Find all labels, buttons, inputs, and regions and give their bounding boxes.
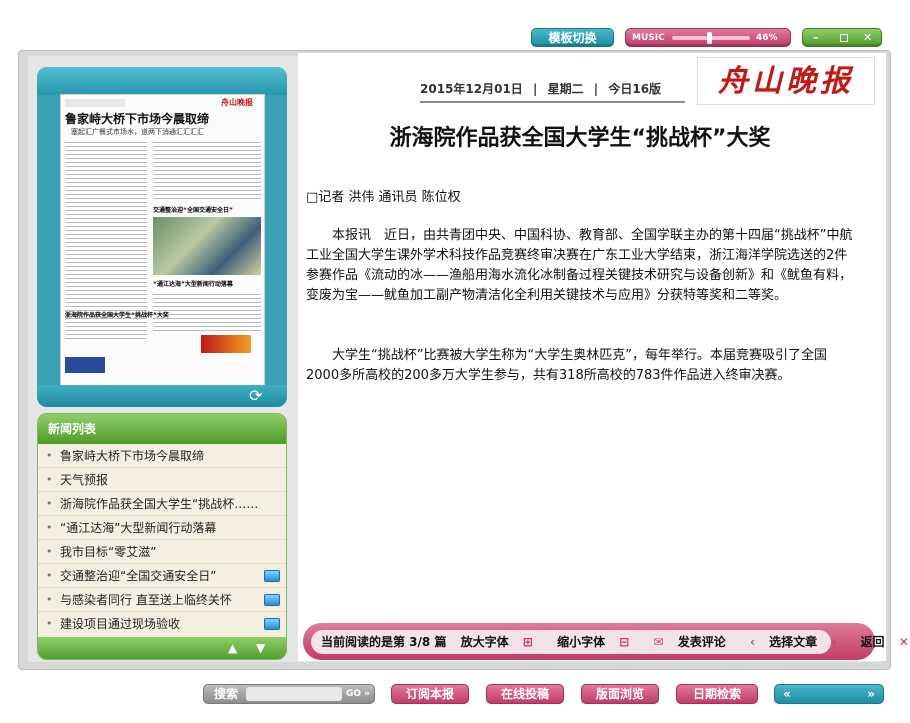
issue-weekday: 星期二 [547,82,584,96]
news-item-label: 建设项目通过现场验收 [60,617,181,631]
date-strip: 2015年12月01日 | 星期二 | 今日16版 [420,77,661,101]
news-item[interactable]: 交通整治迎“全国交通安全日” [38,564,286,588]
minus-box-icon: ⊟ [619,635,630,649]
volume-value: 46% [756,33,778,43]
news-list-title: 新闻列表 [38,414,286,444]
next-page-button[interactable]: » [867,685,875,703]
image-icon [264,594,280,606]
issue-date: 2015年12月01日 [420,82,523,96]
minimize-icon[interactable]: – [813,29,819,47]
article-paragraph: 大学生“挑战杯”比赛被大学生称为“大学生奥林匹克”，每年举行。本届竞赛吸引了全国… [306,348,827,383]
reading-toolbar-inner: 当前阅读的是第 3/8 篇 放大字体 ⊞ 缩小字体 ⊟ ✉ 发表评论 ‹ 选择文… [311,630,909,654]
back-button[interactable]: 返回 ✕ [860,635,910,649]
news-item[interactable]: 鲁家峙大桥下市场今晨取缔 [38,444,286,468]
article-title: 浙海院作品获全国大学生“挑战杯”大奖 [389,126,771,151]
thumb-block3: 浙海院作品获全国大学生“挑战杯”大奖 [65,312,169,319]
thumb-subheadline: 塞起汇广餐式市场水，道两下消通汇汇汇汇 [71,128,204,136]
scroll-down-icon[interactable]: ▼ [256,641,265,655]
separator: | [533,82,538,96]
subscribe-button[interactable]: 订阅本报 [391,684,469,704]
image-icon [264,618,280,630]
date-search-button[interactable]: 日期检索 [676,684,758,704]
close-x-icon: ✕ [898,635,909,649]
choose-article-button[interactable]: ‹ 选择文章 › [750,635,846,649]
search-label: 搜索 [214,687,239,701]
separator: | [593,82,599,96]
browse-pages-button[interactable]: 版面浏览 [581,684,659,704]
thumb-text-left [65,139,147,339]
news-item[interactable]: 天气预报 [38,468,286,492]
news-item[interactable]: 浙海院作品获全国大学生“挑战杯…… [38,492,286,516]
thumb-headline: 鲁家峙大桥下市场今晨取缔 [65,112,210,126]
article-paragraph: 本报讯 近日，由共青团中央、中国科协、教育部、全国学联主办的第十四届“挑战杯”中… [306,228,853,303]
prev-page-button[interactable]: « [783,685,791,703]
thumb-block2: “通江达海”大型新闻行动落幕 [153,281,233,288]
scroll-up-icon[interactable]: ▲ [228,641,237,655]
plus-box-icon: ⊞ [522,635,533,649]
search-input[interactable] [246,687,342,701]
image-icon [264,570,280,582]
thumb-ad [201,335,251,353]
music-player: MUSIC 46% [625,28,791,47]
newspaper-logo: 舟山晚报 [697,57,875,105]
envelope-icon: ✉ [653,635,664,649]
news-item-label: 与感染者同行 直至送上临终关怀 [60,593,232,607]
font-up-button[interactable]: 放大字体 ⊞ [461,635,543,649]
maximize-icon[interactable] [840,34,848,42]
refresh-icon[interactable]: ⟳ [249,386,262,405]
music-label: MUSIC [632,33,665,43]
thumb-text-right [153,139,261,199]
thumbnail-footer: ⟳ [37,385,287,407]
chevron-right-icon: › [831,635,837,649]
news-item[interactable]: 我市目标“零艾滋” [38,540,286,564]
page-thumbnail-panel: 舟山晚报 鲁家峙大桥下市场今晨取缔 塞起汇广餐式市场水，道两下消通汇汇汇汇 交通… [37,67,287,407]
page-nav: « » [774,684,884,704]
thumb-logo: 舟山晚报 [221,98,253,107]
thumb-ad2 [65,357,105,373]
thumbnail-header [37,67,287,95]
thumb-block1: 交通整治迎“全国交通安全日” [153,207,233,214]
date-underline [420,101,685,103]
thumb-strip [65,99,125,107]
news-list-panel: 新闻列表 鲁家峙大桥下市场今晨取缔 天气预报 浙海院作品获全国大学生“挑战杯……… [37,413,287,660]
article-byline: □记者 洪伟 通讯员 陈位权 [306,190,461,205]
news-item-label: 交通整治迎“全国交通安全日” [60,569,217,583]
window-controls: – ✕ [802,28,882,47]
go-button[interactable]: GO » [346,685,370,703]
close-icon[interactable]: ✕ [863,29,872,47]
submit-article-button[interactable]: 在线投稿 [486,684,564,704]
font-down-button[interactable]: 缩小字体 ⊟ [557,635,639,649]
search-bar: 搜索 GO » [203,684,375,704]
page-thumbnail[interactable]: 舟山晚报 鲁家峙大桥下市场今晨取缔 塞起汇广餐式市场水，道两下消通汇汇汇汇 交通… [60,94,265,407]
chevron-left-icon: ‹ [750,635,755,649]
thumb-photo [153,217,261,275]
news-item[interactable]: 与感染者同行 直至送上临终关怀 [38,588,286,612]
template-switch-button[interactable]: 模板切换 [531,28,614,47]
comment-button[interactable]: ✉ 发表评论 [654,635,736,649]
news-list-footer: ▲ ▼ [38,637,286,659]
issue-page-count: 今日16版 [608,82,662,96]
news-item[interactable]: 建设项目通过现场验收 [38,612,286,636]
current-article-indicator: 当前阅读的是第 3/8 篇 [321,635,447,649]
volume-handle[interactable] [707,32,712,44]
news-item[interactable]: “通江达海”大型新闻行动落幕 [38,516,286,540]
